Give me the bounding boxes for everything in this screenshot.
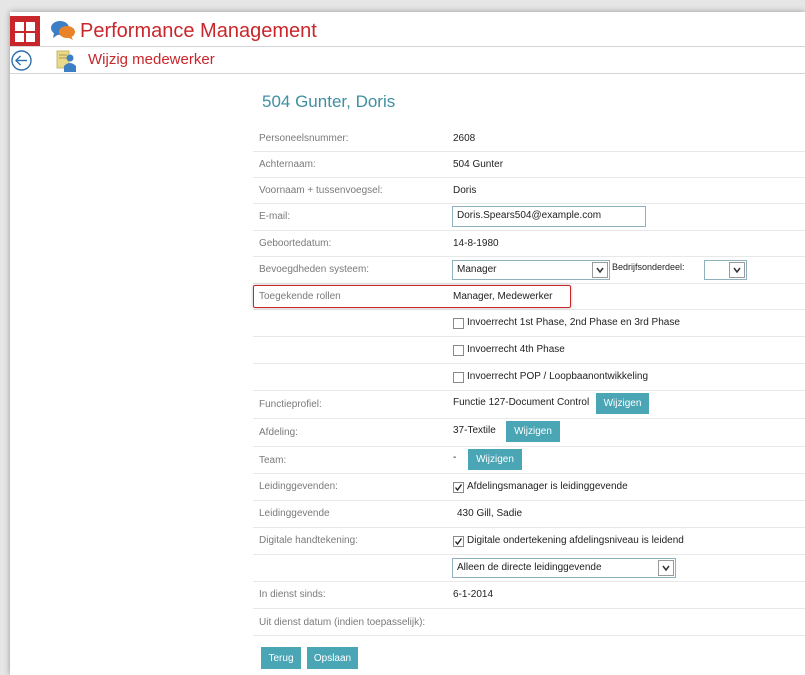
chevron-down-icon[interactable] <box>729 262 745 278</box>
field-value: Doris <box>453 185 477 196</box>
row-in-dienst: In dienst sinds: 6-1-2014 <box>253 581 805 609</box>
row-afdeling: Afdeling: 37-Textile Wijzigen <box>253 418 805 447</box>
field-label: Afdeling: <box>259 427 298 438</box>
field-label: Leidinggevende <box>259 508 330 519</box>
field-label: Bevoegdheden systeem: <box>259 264 370 275</box>
row-email: E-mail: Doris.Spears504@example.com <box>253 203 805 231</box>
app-window: Performance Management Wijzig medewerker… <box>10 12 805 675</box>
opslaan-button[interactable]: Opslaan <box>307 647 358 669</box>
field-value: Functie 127-Document Control <box>453 397 590 408</box>
checkmark-icon <box>454 484 463 492</box>
field-value: - <box>453 452 457 463</box>
title-bar: Performance Management <box>10 12 805 47</box>
row-voornaam: Voornaam + tussenvoegsel: Doris <box>253 177 805 204</box>
email-field[interactable]: Doris.Spears504@example.com <box>452 206 646 227</box>
bedrijfsonderdeel-select[interactable] <box>704 260 747 280</box>
terug-button[interactable]: Terug <box>261 647 301 669</box>
field-label: Team: <box>259 455 287 466</box>
row-handtekening-select: Alleen de directe leidinggevende <box>253 554 805 582</box>
checkbox-label: Digitale ondertekening afdelingsniveau i… <box>467 535 684 546</box>
field-value: 430 Gill, Sadie <box>457 508 523 519</box>
field-label: Personeelsnummer: <box>259 133 349 144</box>
row-invoerrecht-pop: Invoerrecht POP / Loopbaanontwikkeling <box>253 363 805 391</box>
app-grid-icon[interactable] <box>10 16 40 46</box>
row-invoerrecht-4: Invoerrecht 4th Phase <box>253 336 805 364</box>
checkmark-icon <box>454 538 463 546</box>
leidinggevende-niveau-select[interactable]: Alleen de directe leidinggevende <box>452 558 676 578</box>
field-value: 14-8-1980 <box>453 238 499 249</box>
bevoegdheden-select[interactable]: Manager <box>452 260 610 280</box>
row-leidinggevenden: Leidinggevenden: Afdelingsmanager is lei… <box>253 473 805 501</box>
checkbox-label: Afdelingsmanager is leidinggevende <box>467 481 628 492</box>
row-personeelsnummer: Personeelsnummer: 2608 <box>253 125 805 152</box>
row-bevoegdheden: Bevoegdheden systeem: Manager Bedrijfson… <box>253 256 805 284</box>
back-arrow-icon[interactable] <box>11 50 32 71</box>
afdelingsmanager-checkbox[interactable] <box>453 482 464 493</box>
field-label: Leidinggevenden: <box>259 481 338 492</box>
row-achternaam: Achternaam: 504 Gunter <box>253 151 805 178</box>
row-uit-dienst: Uit dienst datum (indien toepasselijk): <box>253 608 805 636</box>
checkbox-label: Invoerrecht POP / Loopbaanontwikkeling <box>467 371 649 382</box>
field-label: Voornaam + tussenvoegsel: <box>259 185 383 196</box>
field-label: Functieprofiel: <box>259 399 322 410</box>
app-title: Performance Management <box>80 20 317 42</box>
email-value: Doris.Spears504@example.com <box>457 210 602 221</box>
field-value: 2608 <box>453 133 476 144</box>
afdeling-wijzigen-button[interactable]: Wijzigen <box>506 421 560 442</box>
field-value: 6-1-2014 <box>453 589 494 600</box>
team-wijzigen-button[interactable]: Wijzigen <box>468 449 522 470</box>
row-invoerrecht-1: Invoerrecht 1st Phase, 2nd Phase en 3rd … <box>253 309 805 337</box>
field-label: Digitale handtekening: <box>259 535 358 546</box>
employee-form: 504 Gunter, Doris Personeelsnummer: 2608… <box>10 74 805 675</box>
select-value: Manager <box>457 264 497 275</box>
row-team: Team: - Wijzigen <box>253 446 805 474</box>
functieprofiel-wijzigen-button[interactable]: Wijzigen <box>596 393 649 414</box>
field-value: 37-Textile <box>453 425 496 436</box>
row-rollen: Toegekende rollen Manager, Medewerker <box>253 283 805 310</box>
row-functieprofiel: Functieprofiel: Functie 127-Document Con… <box>253 390 805 419</box>
row-leidinggevende: Leidinggevende 430 Gill, Sadie <box>253 500 805 528</box>
chevron-down-icon[interactable] <box>658 560 674 576</box>
highlight-box <box>253 285 571 308</box>
row-geboortedatum: Geboortedatum: 14-8-1980 <box>253 230 805 257</box>
field-label: E-mail: <box>259 211 291 222</box>
invoerrecht-4-checkbox[interactable] <box>453 345 464 356</box>
field-value: 504 Gunter <box>453 159 504 170</box>
field-label: Achternaam: <box>259 159 316 170</box>
row-handtekening: Digitale handtekening: Digitale ondertek… <box>253 527 805 555</box>
bedrijfsonderdeel-label: Bedrijfsonderdeel: <box>612 262 685 272</box>
invoerrecht-1-checkbox[interactable] <box>453 318 464 329</box>
select-value: Alleen de directe leidinggevende <box>457 562 602 573</box>
digitale-ondertekening-checkbox[interactable] <box>453 536 464 547</box>
field-label: In dienst sinds: <box>259 589 326 600</box>
checkbox-label: Invoerrecht 4th Phase <box>467 344 565 355</box>
field-label: Geboortedatum: <box>259 238 332 249</box>
sub-header: Wijzig medewerker <box>10 47 805 74</box>
person-document-icon <box>56 50 76 72</box>
checkbox-label: Invoerrecht 1st Phase, 2nd Phase en 3rd … <box>467 317 680 328</box>
employee-title: 504 Gunter, Doris <box>262 92 396 111</box>
chat-bubbles-icon <box>51 21 75 40</box>
field-label: Uit dienst datum (indien toepasselijk): <box>259 617 426 628</box>
chevron-down-icon[interactable] <box>592 262 608 278</box>
page-subtitle: Wijzig medewerker <box>88 51 215 68</box>
invoerrecht-pop-checkbox[interactable] <box>453 372 464 383</box>
